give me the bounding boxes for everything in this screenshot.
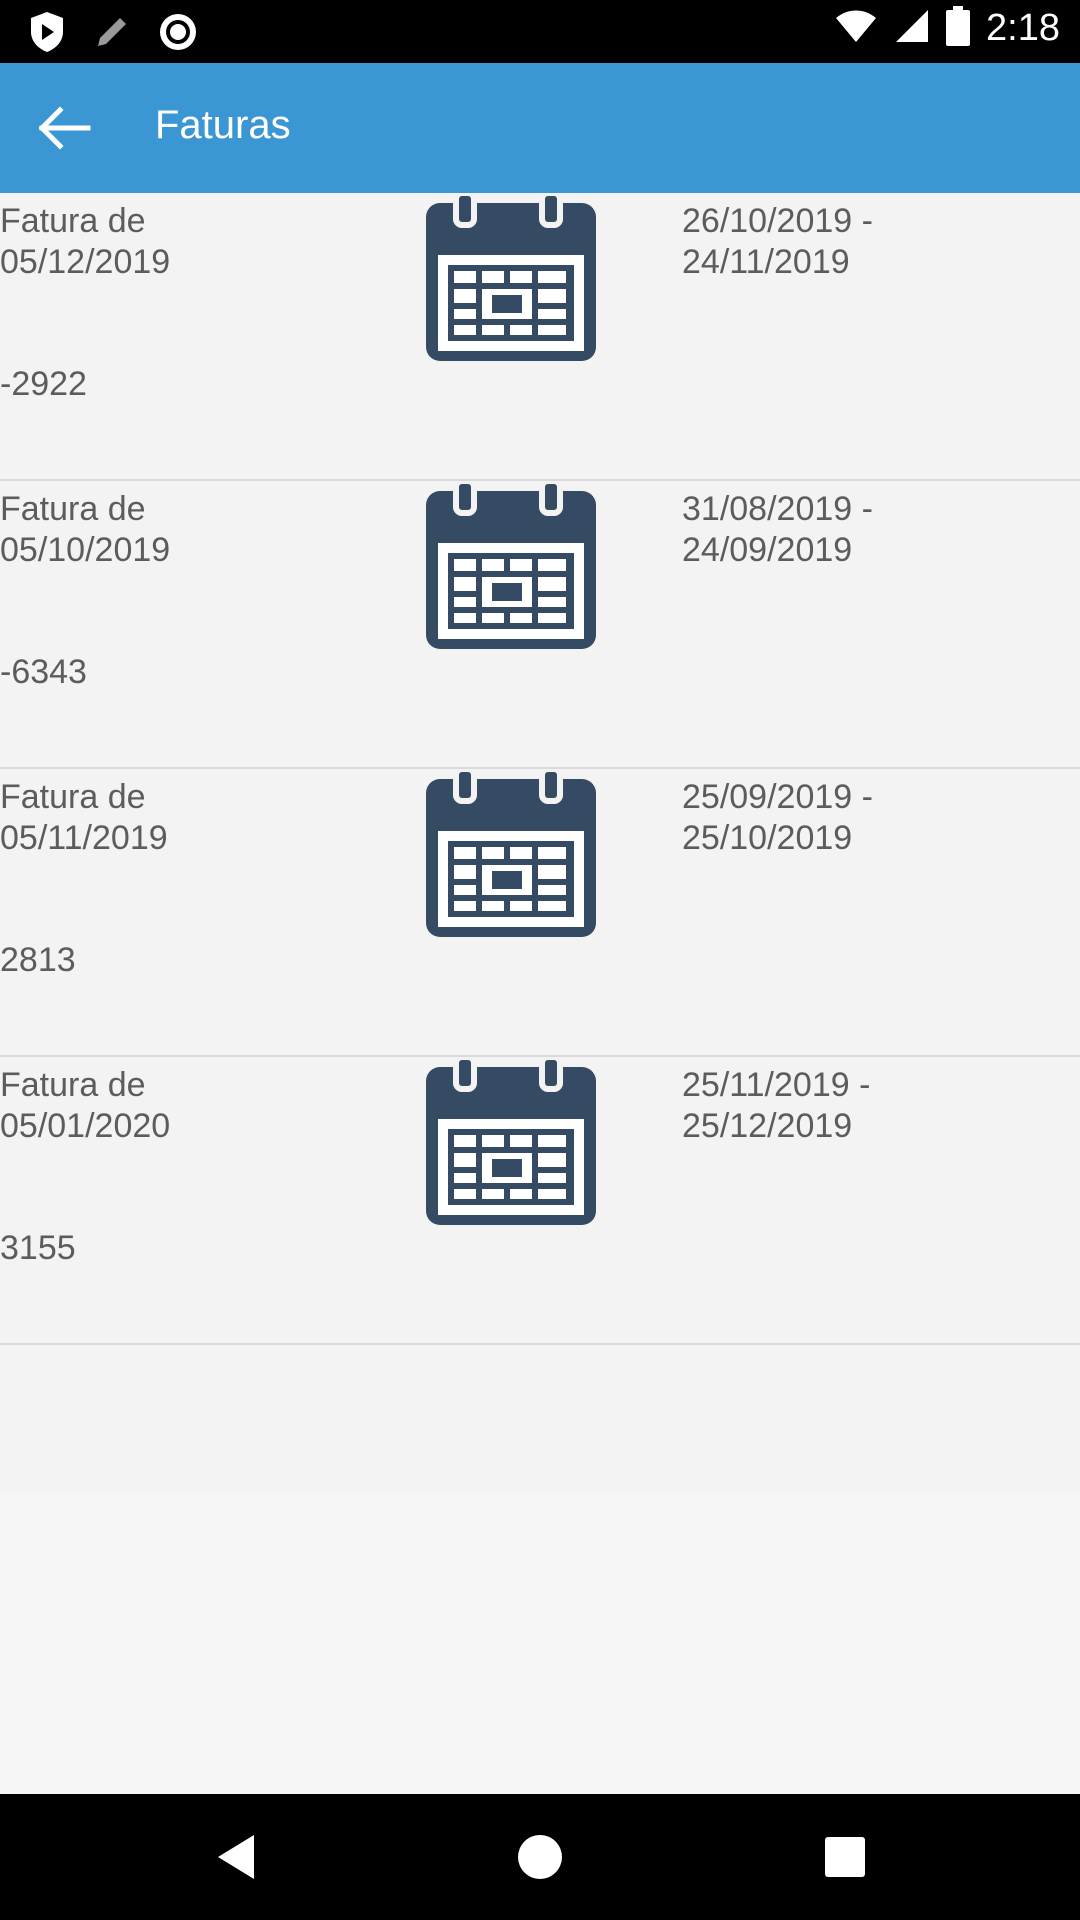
navigation-bar	[0, 1794, 1080, 1920]
invoice-list: Fatura de 05/12/2019 26/10/2019 - 24/11/…	[0, 190, 1080, 1493]
invoice-row[interactable]: Fatura de 05/01/2020 25/11/2019 - 25/12/…	[0, 1054, 1080, 1345]
calendar-icon	[426, 478, 596, 649]
pencil-icon	[92, 12, 132, 57]
record-icon	[158, 12, 198, 57]
invoice-row[interactable]: Fatura de 05/10/2019 31/08/2019 - 24/09/…	[0, 478, 1080, 769]
nav-home-button[interactable]	[510, 1827, 570, 1887]
invoice-period: 25/09/2019 - 25/10/2019	[682, 778, 873, 857]
invoice-amount: 2813	[0, 941, 76, 979]
signal-icon	[894, 8, 930, 49]
invoice-period: 25/11/2019 - 25/12/2019	[682, 1066, 871, 1145]
wifi-icon	[834, 8, 878, 49]
invoice-period: 31/08/2019 - 24/09/2019	[682, 490, 873, 569]
circle-home-icon	[518, 1835, 562, 1879]
invoice-title: Fatura de 05/10/2019	[0, 490, 171, 569]
triangle-back-icon	[218, 1835, 254, 1879]
invoice-title: Fatura de 05/11/2019	[0, 778, 168, 857]
calendar-icon	[426, 1054, 596, 1225]
status-time: 2:18	[986, 7, 1060, 49]
status-bar: 2:18	[0, 0, 1080, 63]
invoice-title: Fatura de 05/01/2020	[0, 1066, 171, 1145]
calendar-icon	[426, 766, 596, 937]
invoice-amount: -2922	[0, 365, 87, 403]
invoice-amount: 3155	[0, 1229, 76, 1267]
invoice-amount: -6343	[0, 653, 87, 691]
shield-icon	[28, 10, 66, 59]
invoice-row[interactable]: Fatura de 05/11/2019 25/09/2019 - 25/10/…	[0, 766, 1080, 1057]
invoice-row[interactable]: Fatura de 05/12/2019 26/10/2019 - 24/11/…	[0, 190, 1080, 481]
nav-recents-button[interactable]	[815, 1827, 875, 1887]
back-button[interactable]	[30, 98, 100, 158]
arrow-left-icon	[38, 106, 91, 150]
app-bar: Faturas	[0, 63, 1080, 193]
page-title: Faturas	[155, 103, 291, 147]
invoice-title: Fatura de 05/12/2019	[0, 202, 171, 281]
battery-icon	[946, 6, 971, 51]
invoice-period: 26/10/2019 - 24/11/2019	[682, 202, 873, 281]
nav-back-button[interactable]	[210, 1827, 270, 1887]
square-recents-icon	[825, 1837, 865, 1877]
calendar-icon	[426, 190, 596, 361]
